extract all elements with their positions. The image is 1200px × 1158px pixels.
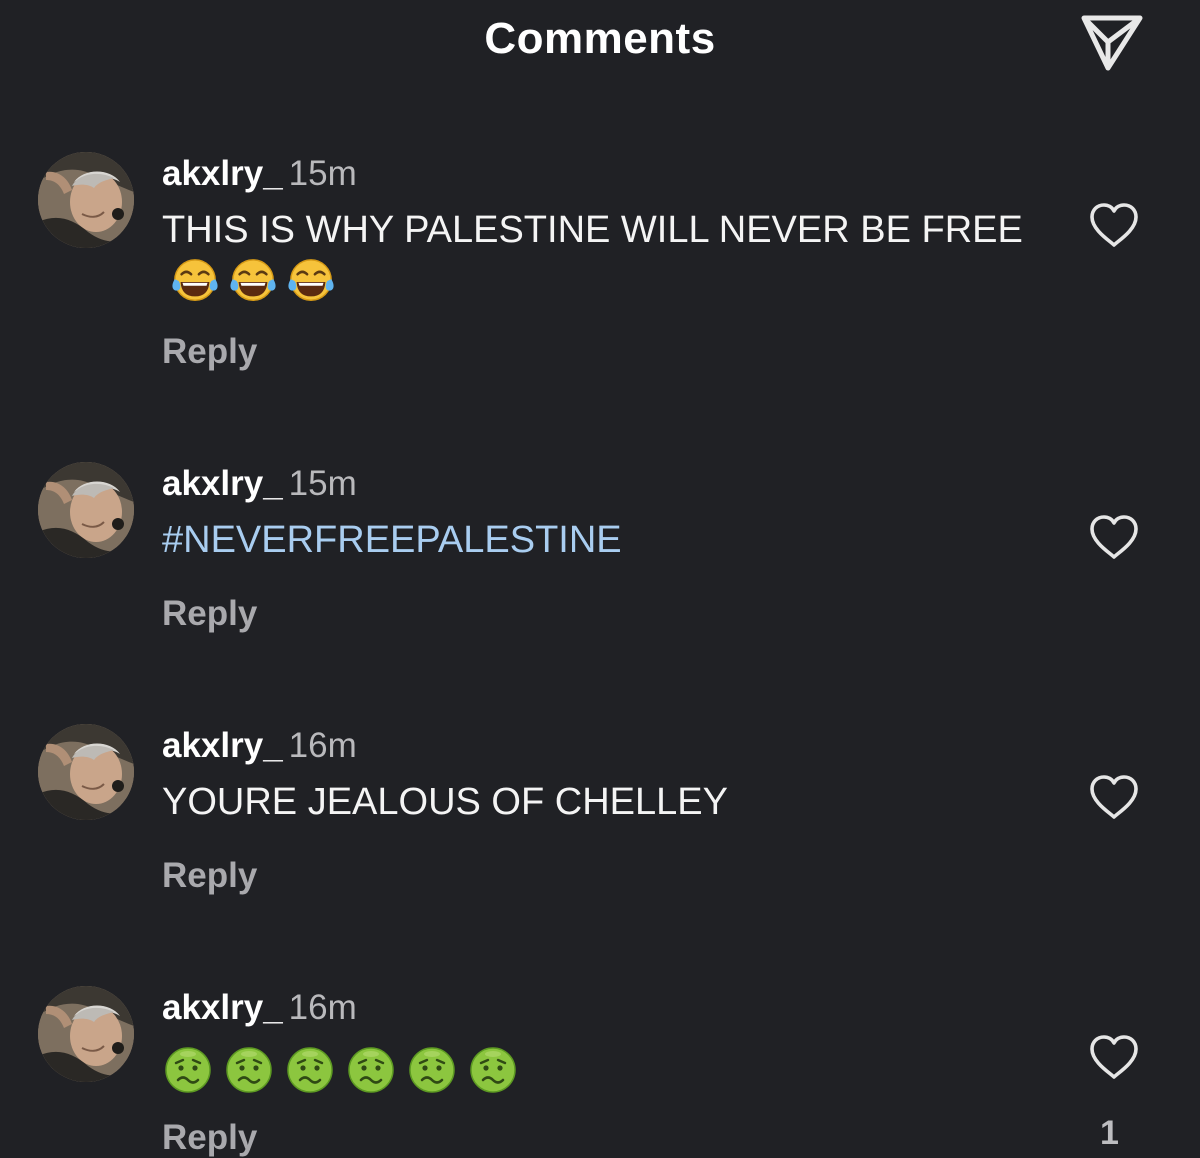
heart-icon[interactable]: [1086, 200, 1142, 250]
comment-item: akxlry_ 16m YOURE JEALOUS OF CHELLEY Repl…: [0, 724, 1200, 904]
face-with-tears-of-joy-icon: [228, 256, 278, 306]
comment-meta: akxlry_ 16m: [162, 986, 357, 1030]
nauseated-face-icon: [223, 1044, 275, 1096]
nauseated-face-icon: [406, 1044, 458, 1096]
comment-item: akxlry_ 16m Reply: [0, 986, 1200, 1157]
comment-time: 16m: [288, 726, 357, 765]
comment-meta: akxlry_ 15m: [162, 462, 357, 506]
comment-time: 16m: [288, 988, 357, 1027]
face-with-tears-of-joy-icon: [286, 256, 336, 306]
avatar[interactable]: [38, 152, 134, 248]
comment-text: THIS IS WHY PALESTINE WILL NEVER BE FREE: [162, 204, 1062, 308]
reply-button[interactable]: Reply: [162, 1118, 257, 1158]
reply-button[interactable]: Reply: [162, 594, 257, 634]
reply-button[interactable]: Reply: [162, 856, 257, 896]
face-with-tears-of-joy-icon: [170, 256, 220, 306]
comments-header: Comments: [0, 0, 1200, 100]
heart-icon[interactable]: [1086, 1032, 1142, 1082]
nauseated-face-icon: [284, 1044, 336, 1096]
nauseated-face-icon: [345, 1044, 397, 1096]
nauseated-face-icon: [162, 1044, 214, 1096]
heart-icon[interactable]: [1086, 512, 1142, 562]
comment-item: akxlry_ 15m THIS IS WHY PALESTINE WILL NE…: [0, 152, 1200, 382]
comment-time: 15m: [288, 154, 357, 193]
hashtag-link[interactable]: #NEVERFREEPALESTINE: [162, 514, 1062, 566]
like-count[interactable]: 1: [1100, 1114, 1119, 1153]
comment-text: YOURE JEALOUS OF CHELLEY: [162, 781, 728, 823]
username[interactable]: akxlry_: [162, 726, 283, 765]
avatar[interactable]: [38, 462, 134, 558]
username[interactable]: akxlry_: [162, 988, 283, 1027]
reply-button[interactable]: Reply: [162, 332, 257, 372]
comment-meta: akxlry_ 16m: [162, 724, 357, 768]
nauseated-face-icon: [467, 1044, 519, 1096]
avatar[interactable]: [38, 986, 134, 1082]
heart-icon[interactable]: [1086, 772, 1142, 822]
page-title: Comments: [484, 14, 716, 63]
comment-meta: akxlry_ 15m: [162, 152, 357, 196]
username[interactable]: akxlry_: [162, 464, 283, 503]
username[interactable]: akxlry_: [162, 154, 283, 193]
comment-emoji-row: [162, 1044, 528, 1098]
avatar[interactable]: [38, 724, 134, 820]
send-icon[interactable]: [1078, 10, 1146, 74]
comment-text-content: THIS IS WHY PALESTINE WILL NEVER BE FREE: [162, 209, 1023, 251]
comment-time: 15m: [288, 464, 357, 503]
comment-item: akxlry_ 15m #NEVERFREEPALESTINE Reply: [0, 462, 1200, 642]
